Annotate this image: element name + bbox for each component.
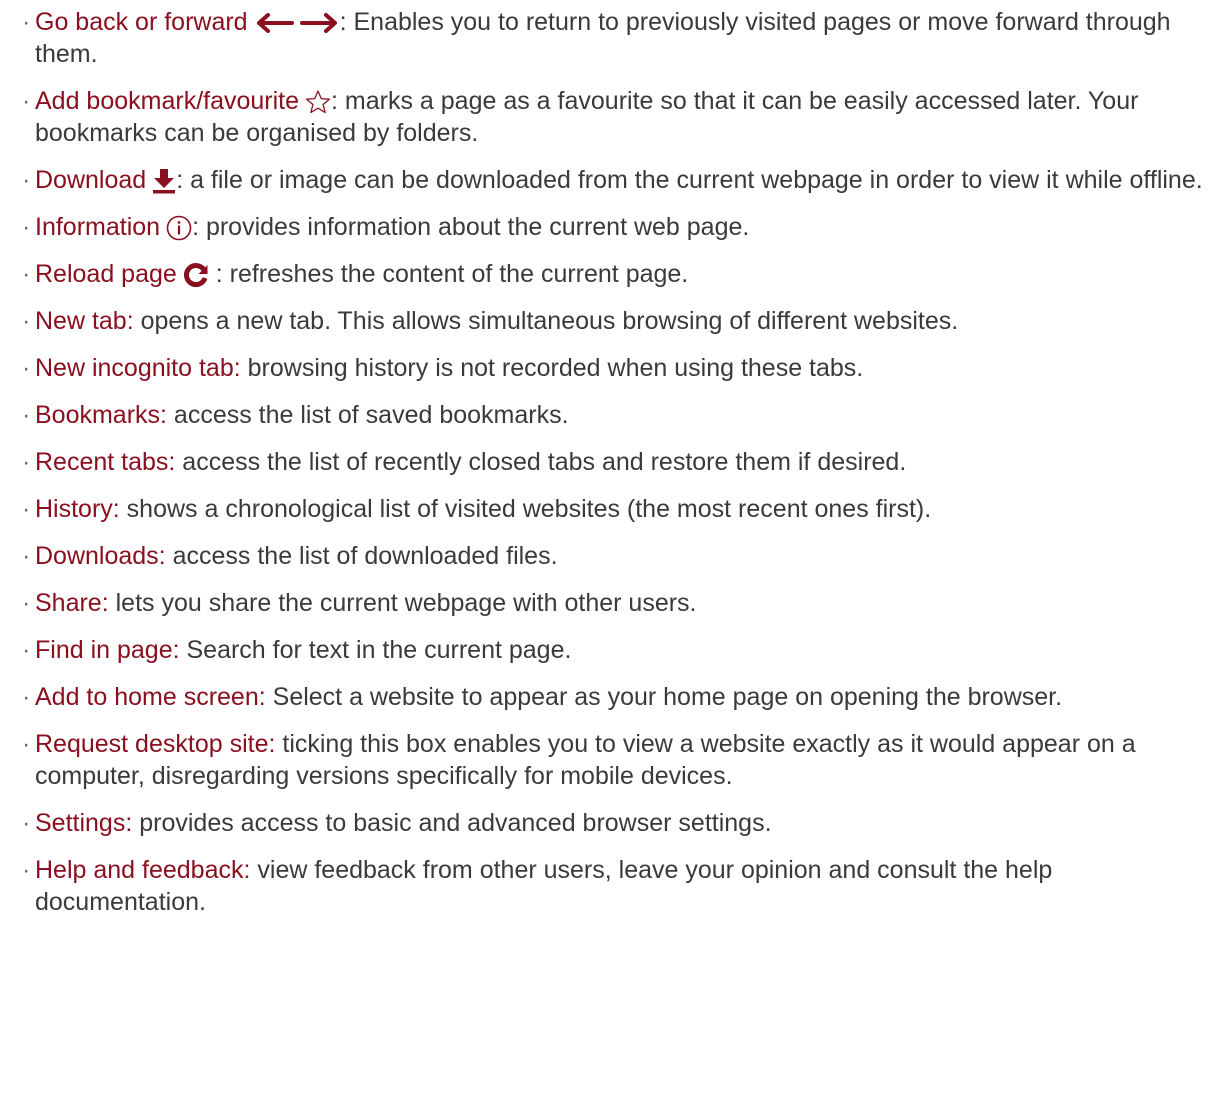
bullet: · — [22, 8, 31, 36]
item-term: Settings: — [35, 809, 133, 837]
item-term: Request desktop site: — [35, 730, 276, 758]
bullet: · — [22, 730, 31, 758]
item-term: Reload page — [35, 260, 177, 288]
item-term: New incognito tab: — [35, 354, 241, 382]
bullet: · — [22, 166, 31, 194]
document-body: · Go back or forward: Enables you to ret… — [0, 0, 1232, 1104]
bullet: · — [22, 307, 31, 335]
list-item-reload-page: · Reload page : refreshes the content of… — [22, 258, 1224, 290]
item-description: provides access to basic and advanced br… — [132, 809, 772, 837]
item-description: browsing history is not recorded when us… — [240, 354, 864, 382]
bullet: · — [22, 856, 31, 884]
item-term: Download — [35, 166, 147, 194]
list-item-request-desktop-site: · Request desktop site: ticking this box… — [22, 728, 1224, 792]
bullet: · — [22, 448, 31, 476]
list-item-download: · Download : a file or image can be downl… — [22, 164, 1224, 196]
list-item-information: · Information : provides information abou… — [22, 211, 1224, 243]
list-item-share: · Share: lets you share the current webp… — [22, 587, 1224, 619]
arrow-right-icon — [299, 12, 340, 34]
list-item-go-back-forward: · Go back or forward: Enables you to ret… — [22, 6, 1224, 70]
item-term: History: — [35, 495, 120, 523]
list-item-help-and-feedback: · Help and feedback: view feedback from … — [22, 854, 1224, 918]
item-description: : refreshes the content of the current p… — [208, 260, 689, 288]
list-item-find-in-page: · Find in page: Search for text in the c… — [22, 634, 1224, 666]
item-description: : provides information about the current… — [192, 213, 750, 241]
bullet: · — [22, 683, 31, 711]
info-circle-icon — [166, 215, 192, 241]
bullet: · — [22, 809, 31, 837]
item-description: shows a chronological list of visited we… — [119, 495, 932, 523]
bullet: · — [22, 87, 31, 115]
item-term: Find in page: — [35, 636, 180, 664]
bullet: · — [22, 542, 31, 570]
list-item-recent-tabs: · Recent tabs: access the list of recent… — [22, 446, 1224, 478]
item-term: Add to home screen: — [35, 683, 266, 711]
list-item-add-bookmark: · Add bookmark/favourite: marks a page a… — [22, 85, 1224, 149]
item-description: access the list of recently closed tabs … — [175, 448, 907, 476]
list-item-new-incognito-tab: · New incognito tab: browsing history is… — [22, 352, 1224, 384]
bullet: · — [22, 401, 31, 429]
item-description: Search for text in the current page. — [179, 636, 572, 664]
bullet: · — [22, 589, 31, 617]
item-term: Help and feedback: — [35, 856, 251, 884]
arrow-left-icon — [254, 12, 294, 34]
bullet: · — [22, 495, 31, 523]
download-icon — [152, 168, 176, 194]
star-outline-icon — [305, 89, 331, 115]
item-term: Recent tabs: — [35, 448, 176, 476]
bullet: · — [22, 213, 31, 241]
item-description: opens a new tab. This allows simultaneou… — [133, 307, 959, 335]
item-term: Information — [35, 213, 161, 241]
bullet: · — [22, 354, 31, 382]
reload-icon — [183, 262, 209, 288]
list-item-downloads: · Downloads: access the list of download… — [22, 540, 1224, 572]
item-description: access the list of saved bookmarks. — [166, 401, 569, 429]
list-item-bookmarks: · Bookmarks: access the list of saved bo… — [22, 399, 1224, 431]
list-item-add-to-home-screen: · Add to home screen: Select a website t… — [22, 681, 1224, 713]
item-term: Downloads: — [35, 542, 166, 570]
item-description: Select a website to appear as your home … — [265, 683, 1063, 711]
item-description: : a file or image can be downloaded from… — [176, 166, 1203, 194]
item-term: Go back or forward — [35, 8, 248, 36]
item-term: New tab: — [35, 307, 134, 335]
list-item-settings: · Settings: provides access to basic and… — [22, 807, 1224, 839]
item-description: access the list of downloaded files. — [165, 542, 558, 570]
item-term: Add bookmark/favourite — [35, 87, 300, 115]
bullet: · — [22, 260, 31, 288]
list-item-new-tab: · New tab: opens a new tab. This allows … — [22, 305, 1224, 337]
item-term: Bookmarks: — [35, 401, 167, 429]
item-description: lets you share the current webpage with … — [108, 589, 697, 617]
list-item-history: · History: shows a chronological list of… — [22, 493, 1224, 525]
item-term: Share: — [35, 589, 109, 617]
bullet: · — [22, 636, 31, 664]
